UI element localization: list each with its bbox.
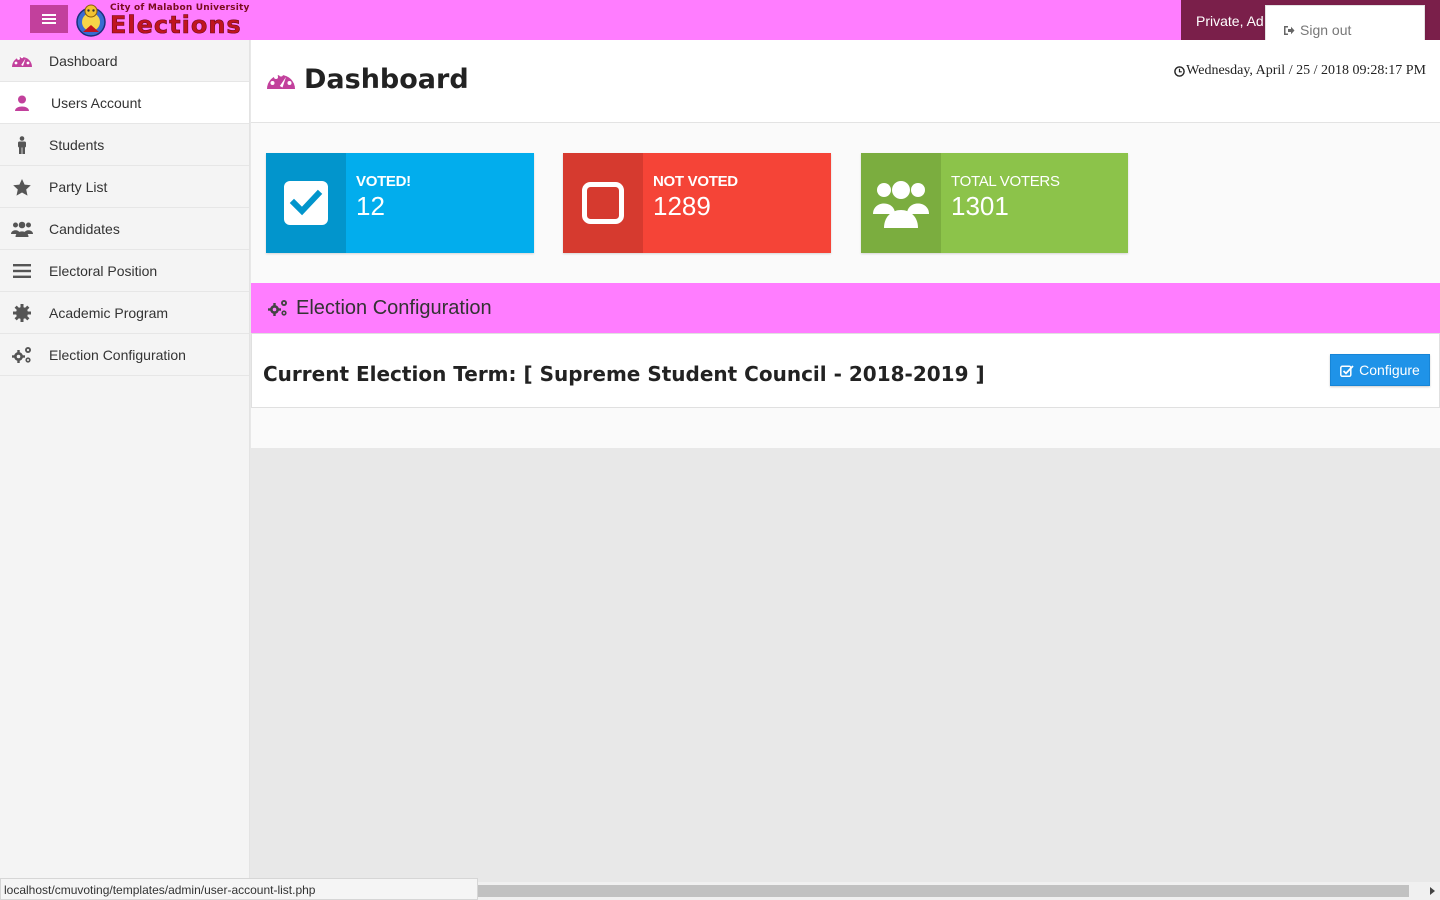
page-title: Dashboard <box>266 64 469 95</box>
sidebar-item-label: Election Configuration <box>49 346 186 363</box>
sidebar: Dashboard Users Account Students Party L… <box>0 40 250 900</box>
sidebar-item-label: Users Account <box>51 94 142 111</box>
user-icon <box>11 93 33 113</box>
election-configuration-panel-header: Election Configuration <box>251 283 1440 333</box>
sidebar-item-students[interactable]: Students <box>0 124 249 166</box>
sidebar-item-party-list[interactable]: Party List <box>0 166 249 208</box>
election-configuration-panel-body: Current Election Term: [ Supreme Student… <box>251 333 1440 408</box>
user-name-label: Private, Ad <box>1196 13 1264 29</box>
brand-logo[interactable]: City of Malabon University Elections <box>74 1 250 39</box>
panel-title: Election Configuration <box>296 296 492 319</box>
check-square-icon <box>266 153 346 253</box>
configure-button-label: Configure <box>1359 362 1420 378</box>
voted-count: 12 <box>356 191 385 221</box>
status-url: localhost/cmuvoting/templates/admin/user… <box>4 883 316 897</box>
datetime-text: Wednesday, April / 25 / 2018 09:28:17 PM <box>1186 63 1426 78</box>
sidebar-item-label: Academic Program <box>49 304 169 321</box>
datetime-display: Wednesday, April / 25 / 2018 09:28:17 PM <box>1174 63 1426 79</box>
users-icon <box>11 219 33 239</box>
sidebar-item-label: Dashboard <box>49 52 118 69</box>
hamburger-icon <box>42 13 56 25</box>
current-election-term: Current Election Term: [ Supreme Student… <box>263 362 985 386</box>
gear-icon <box>11 303 33 323</box>
square-icon <box>563 153 643 253</box>
gears-icon <box>11 345 33 365</box>
configure-button[interactable]: Configure <box>1330 354 1430 386</box>
dashboard-icon <box>11 51 33 71</box>
clock-icon <box>1174 65 1185 77</box>
scrollbar-thumb[interactable] <box>478 885 1409 897</box>
sidebar-item-electoral-position[interactable]: Electoral Position <box>0 250 249 292</box>
sign-out-label: Sign out <box>1300 22 1352 38</box>
sidebar-item-label: Candidates <box>49 220 120 237</box>
sidebar-item-label: Students <box>49 136 105 153</box>
edit-icon <box>1340 364 1354 377</box>
voted-stat-card: VOTED! 12 <box>266 153 534 253</box>
sidebar-item-election-configuration[interactable]: Election Configuration <box>0 334 249 376</box>
top-navbar: City of Malabon University Elections Pri… <box>0 0 1440 40</box>
users-icon <box>861 153 941 253</box>
not-voted-stat-card: NOT VOTED 1289 <box>563 153 831 253</box>
total-voters-stat-card: TOTAL VOTERS 1301 <box>861 153 1128 253</box>
brand-title: Elections <box>110 10 242 39</box>
gears-icon <box>268 300 287 316</box>
university-seal-icon <box>76 4 106 37</box>
page-title-text: Dashboard <box>304 64 469 95</box>
browser-status-bar: localhost/cmuvoting/templates/admin/user… <box>0 878 478 900</box>
sidebar-item-dashboard[interactable]: Dashboard <box>0 40 249 82</box>
total-voters-label: TOTAL VOTERS <box>951 173 1060 190</box>
total-voters-count: 1301 <box>951 191 1009 221</box>
scroll-right-arrow-icon[interactable] <box>1430 887 1435 895</box>
sidebar-item-label: Party List <box>49 178 108 195</box>
voted-label: VOTED! <box>356 173 411 190</box>
not-voted-count: 1289 <box>653 191 711 221</box>
dashboard-icon <box>267 72 295 89</box>
sign-out-icon <box>1284 25 1295 35</box>
male-icon <box>11 135 33 155</box>
sidebar-toggle-button[interactable] <box>30 5 68 33</box>
sign-out-link[interactable]: Sign out <box>1283 22 1351 38</box>
star-icon <box>11 177 33 197</box>
horizontal-scrollbar[interactable] <box>478 882 1440 900</box>
sidebar-item-candidates[interactable]: Candidates <box>0 208 249 250</box>
sidebar-item-users-account[interactable]: Users Account <box>0 82 249 124</box>
sidebar-item-label: Electoral Position <box>49 262 158 279</box>
not-voted-label: NOT VOTED <box>653 173 738 190</box>
list-icon <box>11 261 33 281</box>
sidebar-item-academic-program[interactable]: Academic Program <box>0 292 249 334</box>
page-header: Dashboard Wednesday, April / 25 / 2018 0… <box>251 40 1440 123</box>
